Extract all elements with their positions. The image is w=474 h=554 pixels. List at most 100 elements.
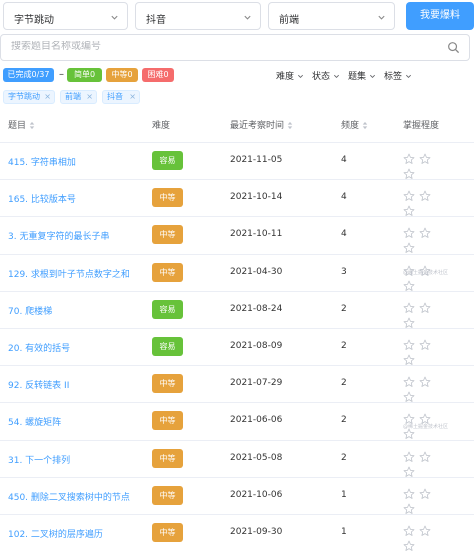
difficulty-badge: 容易: [152, 299, 183, 319]
star-icon[interactable]: [419, 488, 431, 500]
table-header: 题目 难度 最近考察时间 频度 掌握程度: [0, 112, 474, 138]
search-input[interactable]: [11, 41, 431, 52]
caret-down-icon: [298, 74, 304, 78]
company-select[interactable]: 字节跳动: [3, 2, 128, 30]
difficulty-badge: 中等: [152, 188, 183, 208]
problem-title-link[interactable]: 450. 删除二叉搜索树中的节点: [8, 490, 130, 503]
star-icon[interactable]: [403, 280, 415, 292]
table-row[interactable]: 20. 有效的括号 容易 2021-08-09 2: [0, 328, 474, 365]
active-tag: 前端 ×: [60, 90, 97, 104]
tag-filter[interactable]: 标签: [384, 69, 412, 82]
platform-select[interactable]: 抖音: [135, 2, 261, 30]
watermark: @稀土掘金技术社区: [402, 424, 448, 430]
star-icon[interactable]: [403, 205, 415, 217]
star-icon[interactable]: [419, 451, 431, 463]
star-icon[interactable]: [419, 339, 431, 351]
star-icon[interactable]: [403, 339, 415, 351]
table-row[interactable]: 102. 二叉树的层序遍历 中等 2021-09-30 1: [0, 514, 474, 551]
star-icon[interactable]: [419, 376, 431, 388]
close-icon[interactable]: ×: [44, 91, 51, 103]
col-frequency-header[interactable]: 频度: [341, 118, 368, 131]
table-row[interactable]: 165. 比较版本号 中等 2021-10-14 4: [0, 179, 474, 217]
problem-title-link[interactable]: 102. 二叉树的层序遍历: [8, 527, 103, 540]
star-icon[interactable]: [419, 302, 431, 314]
close-icon[interactable]: ×: [86, 91, 93, 103]
col-title-header[interactable]: 题目: [8, 118, 35, 131]
caret-down-icon: [406, 74, 412, 78]
table-row[interactable]: 415. 字符串相加 容易 2021-11-05 4: [0, 142, 474, 179]
last-seen-date: 2021-07-29: [230, 378, 283, 389]
problem-title-link[interactable]: 92. 反转链表 II: [8, 378, 69, 391]
star-icon[interactable]: [403, 488, 415, 500]
difficulty-filter[interactable]: 难度: [276, 69, 304, 82]
star-icon[interactable]: [403, 302, 415, 314]
star-icon[interactable]: [403, 451, 415, 463]
topic-filter[interactable]: 题集: [348, 69, 376, 82]
problem-title-link[interactable]: 415. 字符串相加: [8, 155, 76, 168]
role-select[interactable]: 前端: [268, 2, 395, 30]
sort-icon: [29, 121, 35, 130]
mastery-rating[interactable]: [403, 302, 449, 328]
star-icon[interactable]: [403, 391, 415, 403]
star-icon[interactable]: [419, 227, 431, 239]
frequency-value: 4: [341, 192, 347, 203]
last-seen-date: 2021-08-24: [230, 303, 283, 314]
problem-title-link[interactable]: 70. 爬楼梯: [8, 304, 52, 317]
col-mastery-header: 掌握程度: [403, 121, 440, 131]
star-icon[interactable]: [419, 190, 431, 202]
table-row[interactable]: 92. 反转链表 II 中等 2021-07-29 2: [0, 365, 474, 403]
star-icon[interactable]: [403, 540, 415, 552]
mastery-rating[interactable]: [403, 525, 449, 551]
star-icon[interactable]: [403, 168, 415, 180]
active-tag: 抖音 ×: [102, 90, 140, 104]
last-seen-date: 2021-10-06: [230, 489, 283, 500]
problem-title-link[interactable]: 54. 螺旋矩阵: [8, 415, 61, 428]
col-last-seen-header[interactable]: 最近考察时间: [230, 118, 293, 131]
problem-title-link[interactable]: 3. 无重复字符的最长子串: [8, 229, 109, 242]
mastery-rating[interactable]: [403, 153, 449, 179]
table-row[interactable]: 3. 无重复字符的最长子串 中等 2021-10-11 4: [0, 216, 474, 254]
submit-leak-button[interactable]: 我要爆料: [406, 2, 474, 30]
star-icon[interactable]: [403, 190, 415, 202]
mastery-rating[interactable]: [403, 488, 449, 514]
active-tag-label: 前端: [65, 92, 81, 101]
star-icon[interactable]: [403, 153, 415, 165]
star-icon[interactable]: [403, 227, 415, 239]
star-icon[interactable]: [403, 354, 415, 366]
star-icon[interactable]: [403, 317, 415, 329]
problem-title-link[interactable]: 20. 有效的括号: [8, 341, 70, 354]
star-icon[interactable]: [403, 428, 415, 440]
problem-title-link[interactable]: 129. 求根到叶子节点数字之和: [8, 267, 130, 280]
mastery-rating[interactable]: [403, 190, 449, 217]
difficulty-badge: 中等: [152, 225, 183, 245]
frequency-value: 2: [341, 452, 347, 463]
table-row[interactable]: 31. 下一个排列 中等 2021-05-08 2: [0, 439, 474, 477]
role-select-value: 前端: [279, 15, 299, 26]
mastery-rating[interactable]: [403, 451, 449, 477]
problem-title-link[interactable]: 31. 下一个排列: [8, 453, 70, 466]
caret-down-icon: [370, 74, 376, 78]
search-icon[interactable]: [447, 41, 460, 54]
star-icon[interactable]: [419, 525, 431, 537]
problem-title-link[interactable]: 165. 比较版本号: [8, 192, 76, 205]
mastery-rating[interactable]: [403, 339, 449, 365]
frequency-value: 2: [341, 341, 347, 351]
star-icon[interactable]: [403, 376, 415, 388]
table-row[interactable]: 54. 螺旋矩阵 中等 2021-06-06 2: [0, 402, 474, 440]
active-tag-label: 抖音: [107, 92, 123, 101]
mastery-rating[interactable]: [403, 227, 449, 254]
mastery-rating[interactable]: [403, 376, 449, 403]
star-icon[interactable]: [403, 503, 415, 515]
star-icon[interactable]: [419, 153, 431, 165]
tag-filter-label: 标签: [384, 72, 403, 82]
difficulty-badge: 中等: [152, 523, 183, 542]
star-icon[interactable]: [403, 242, 415, 254]
status-filter[interactable]: 状态: [312, 69, 340, 82]
sort-icon: [287, 121, 293, 130]
close-icon[interactable]: ×: [129, 91, 136, 103]
table-row[interactable]: 450. 删除二叉搜索树中的节点 中等 2021-10-06 1: [0, 476, 474, 514]
star-icon[interactable]: [403, 525, 415, 537]
star-icon[interactable]: [403, 466, 415, 478]
table-row[interactable]: 70. 爬楼梯 容易 2021-08-24 2: [0, 290, 474, 328]
difficulty-badge: 中等: [152, 374, 183, 394]
